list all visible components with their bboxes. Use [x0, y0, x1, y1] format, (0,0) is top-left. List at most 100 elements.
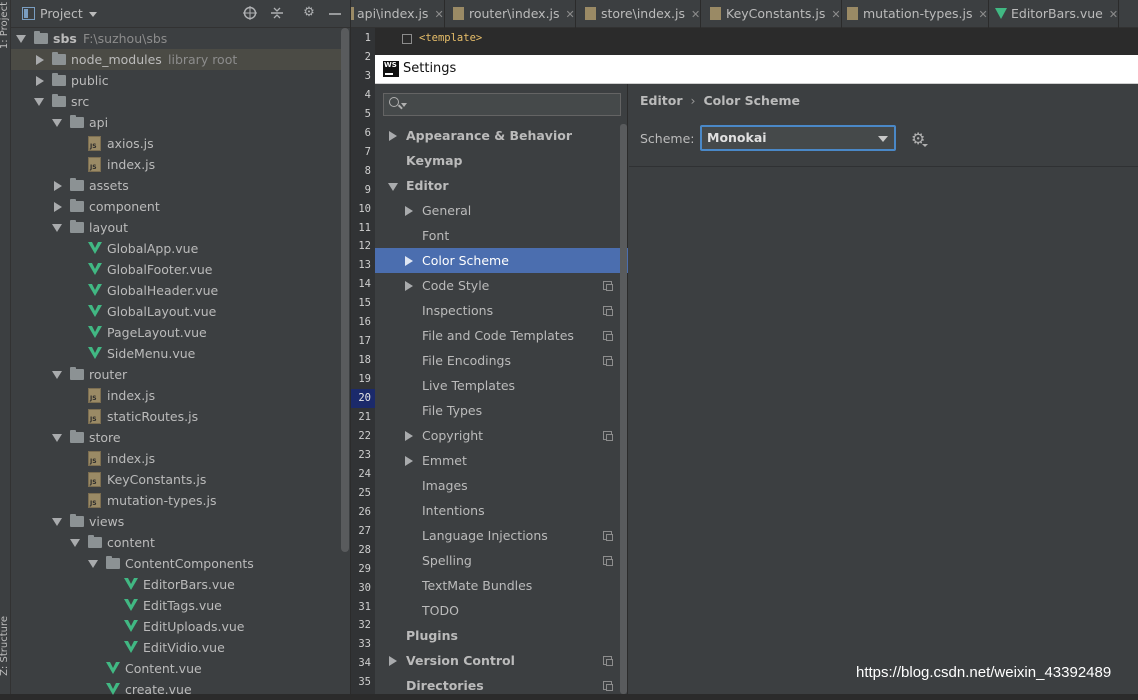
chevron-down-icon[interactable]	[16, 35, 26, 43]
settings-nav-item[interactable]: File Encodings	[375, 348, 628, 373]
settings-nav-item[interactable]: Appearance & Behavior	[375, 123, 628, 148]
settings-nav-item[interactable]: Images	[375, 473, 628, 498]
minimize-icon[interactable]	[328, 6, 342, 20]
tree-item[interactable]: sbs F:\suzhou\sbs	[11, 28, 341, 49]
close-icon[interactable]: ✕	[979, 8, 988, 21]
editor-tab[interactable]: EditorBars.vue ✕	[989, 0, 1120, 28]
settings-title-bar[interactable]: WS Settings	[375, 55, 1138, 84]
breadcrumb-parent[interactable]: Editor	[640, 93, 683, 108]
settings-nav-item[interactable]: Font	[375, 223, 628, 248]
chevron-down-icon[interactable]	[52, 518, 62, 526]
tree-item[interactable]: component	[11, 196, 341, 217]
tree-item[interactable]: GlobalLayout.vue	[11, 301, 341, 322]
chevron-right-icon[interactable]	[405, 206, 413, 216]
editor-tab[interactable]: mutation-types.js ✕	[841, 0, 989, 28]
tree-item[interactable]: index.js	[11, 385, 341, 406]
chevron-down-icon[interactable]	[52, 119, 62, 127]
settings-nav-item[interactable]: TODO	[375, 598, 628, 623]
close-icon[interactable]: ✕	[566, 8, 575, 21]
settings-nav-item[interactable]: Keymap	[375, 148, 628, 173]
settings-search-input[interactable]	[383, 93, 621, 116]
settings-nav-item[interactable]: General	[375, 198, 628, 223]
close-icon[interactable]: ✕	[434, 8, 443, 21]
chevron-down-icon[interactable]	[52, 224, 62, 232]
tree-item[interactable]: axios.js	[11, 133, 341, 154]
tree-item[interactable]: GlobalFooter.vue	[11, 259, 341, 280]
tree-item[interactable]: EditVidio.vue	[11, 637, 341, 658]
settings-nav-item[interactable]: Spelling	[375, 548, 628, 573]
tree-item[interactable]: mutation-types.js	[11, 490, 341, 511]
settings-nav-item[interactable]: Color Scheme	[375, 248, 628, 273]
chevron-down-icon[interactable]	[52, 434, 62, 442]
chevron-down-icon[interactable]	[70, 539, 80, 547]
tree-item[interactable]: staticRoutes.js	[11, 406, 341, 427]
tree-item[interactable]: EditorBars.vue	[11, 574, 341, 595]
gear-icon[interactable]: ⚙	[302, 6, 316, 20]
chevron-right-icon[interactable]	[405, 256, 413, 266]
chevron-right-icon[interactable]	[54, 202, 62, 212]
close-icon[interactable]: ✕	[691, 8, 700, 21]
settings-nav-item[interactable]: Code Style	[375, 273, 628, 298]
tree-item[interactable]: content	[11, 532, 341, 553]
tree-item[interactable]: KeyConstants.js	[11, 469, 341, 490]
close-icon[interactable]: ✕	[1109, 8, 1118, 21]
chevron-right-icon[interactable]	[389, 131, 397, 141]
close-icon[interactable]: ✕	[831, 8, 840, 21]
tree-item[interactable]: views	[11, 511, 341, 532]
fold-marker-icon[interactable]	[402, 34, 412, 44]
tree-item[interactable]: GlobalApp.vue	[11, 238, 341, 259]
tree-item[interactable]: layout	[11, 217, 341, 238]
settings-nav-scrollbar[interactable]	[620, 124, 627, 694]
tree-item[interactable]: router	[11, 364, 341, 385]
editor-tab[interactable]: store\index.js ✕	[579, 0, 702, 28]
chevron-down-icon[interactable]	[88, 560, 98, 568]
collapse-all-icon[interactable]	[270, 6, 284, 20]
chevron-right-icon[interactable]	[36, 76, 44, 86]
tree-item[interactable]: src	[11, 91, 341, 112]
tree-item[interactable]: GlobalHeader.vue	[11, 280, 341, 301]
settings-nav-item[interactable]: Language Injections	[375, 523, 628, 548]
settings-nav-item[interactable]: Directories	[375, 673, 628, 698]
chevron-down-icon[interactable]	[401, 103, 407, 107]
project-tree-scrollbar[interactable]	[341, 28, 349, 552]
settings-nav-item[interactable]: Editor	[375, 173, 628, 198]
editor-tab[interactable]: KeyConstants.js ✕	[704, 0, 842, 28]
settings-nav-item[interactable]: Emmet	[375, 448, 628, 473]
settings-nav-item[interactable]: Copyright	[375, 423, 628, 448]
tree-item[interactable]: EditUploads.vue	[11, 616, 341, 637]
chevron-right-icon[interactable]	[405, 431, 413, 441]
chevron-down-icon[interactable]	[52, 371, 62, 379]
tree-item[interactable]: api	[11, 112, 341, 133]
chevron-down-icon[interactable]	[34, 98, 44, 106]
tree-item[interactable]: Content.vue	[11, 658, 341, 679]
tree-item[interactable]: public	[11, 70, 341, 91]
tree-item[interactable]: node_modules library root	[11, 49, 341, 70]
editor-tab[interactable]: router\index.js ✕	[447, 0, 576, 28]
chevron-down-icon[interactable]	[89, 12, 97, 17]
settings-nav-item[interactable]: Intentions	[375, 498, 628, 523]
locate-target-icon[interactable]	[243, 6, 257, 20]
settings-nav-item[interactable]: Inspections	[375, 298, 628, 323]
tree-item[interactable]: PageLayout.vue	[11, 322, 341, 343]
tree-item[interactable]: index.js	[11, 154, 341, 175]
tree-item[interactable]: EditTags.vue	[11, 595, 341, 616]
settings-nav-item[interactable]: TextMate Bundles	[375, 573, 628, 598]
tree-item[interactable]: create.vue	[11, 679, 341, 700]
tree-item[interactable]: SideMenu.vue	[11, 343, 341, 364]
settings-nav-item[interactable]: Version Control	[375, 648, 628, 673]
structure-tool-button[interactable]: Z: Structure	[0, 616, 11, 676]
settings-nav-item[interactable]: Plugins	[375, 623, 628, 648]
project-view-selector[interactable]: Project	[40, 6, 83, 21]
chevron-right-icon[interactable]	[389, 656, 397, 666]
tree-item[interactable]: ContentComponents	[11, 553, 341, 574]
settings-nav-item[interactable]: Live Templates	[375, 373, 628, 398]
chevron-right-icon[interactable]	[405, 281, 413, 291]
tree-item[interactable]: assets	[11, 175, 341, 196]
settings-nav-item[interactable]: File Types	[375, 398, 628, 423]
chevron-right-icon[interactable]	[36, 55, 44, 65]
tree-item[interactable]: index.js	[11, 448, 341, 469]
settings-nav-item[interactable]: File and Code Templates	[375, 323, 628, 348]
editor-code-area[interactable]: <template>	[375, 28, 1138, 56]
editor-tab[interactable]: api\index.js ✕	[351, 0, 445, 28]
chevron-right-icon[interactable]	[405, 456, 413, 466]
